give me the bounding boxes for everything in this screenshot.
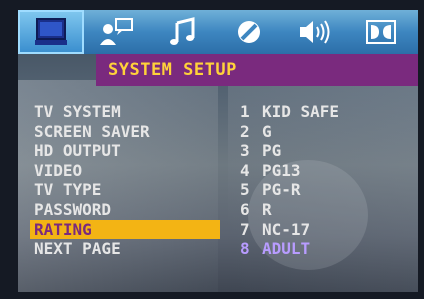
page-title: SYSTEM SETUP [96, 54, 418, 86]
rating-option[interactable]: 5 PG-R [236, 180, 406, 200]
tab-system[interactable] [18, 10, 84, 54]
rating-option[interactable]: 4 PG13 [236, 161, 406, 181]
menu-item-hd-output[interactable]: HD OUTPUT [30, 141, 220, 161]
option-number: 5 [240, 180, 250, 200]
option-number: 7 [240, 219, 250, 239]
tab-speaker[interactable] [282, 10, 348, 54]
tab-language[interactable] [84, 10, 150, 54]
disc-icon [238, 21, 260, 43]
rating-option[interactable]: 2G [236, 122, 406, 142]
option-number: 4 [240, 160, 250, 180]
menu-item-next-page[interactable]: NEXT PAGE [30, 239, 220, 259]
menu-item-tv-system[interactable]: TV SYSTEM [30, 102, 220, 122]
option-number: 8 [240, 239, 250, 259]
menu-item-password[interactable]: PASSWORD [30, 200, 220, 220]
option-number: 2 [240, 121, 250, 141]
option-label: PG-R [262, 180, 301, 200]
tab-dolby[interactable] [348, 10, 414, 54]
settings-menu: TV SYSTEM SCREEN SAVER HD OUTPUT VIDEO T… [30, 102, 220, 259]
option-label: R [262, 199, 272, 219]
user-chat-icon [100, 18, 133, 45]
option-label: ADULT [262, 239, 311, 259]
monitor-icon [35, 18, 67, 45]
option-label: KID SAFE [262, 102, 340, 121]
rating-option[interactable]: 7 NC-17 [236, 220, 406, 240]
option-label: PG [262, 141, 282, 161]
rating-option[interactable]: 6R [236, 200, 406, 220]
dolby-icon [366, 20, 396, 44]
speaker-icon [300, 20, 330, 44]
option-number: 1 [240, 102, 250, 121]
rating-option[interactable]: 1 KID SAFE [236, 102, 406, 122]
menu-item-screen-saver[interactable]: SCREEN SAVER [30, 122, 220, 142]
music-note-icon [170, 17, 195, 45]
tab-audio[interactable] [150, 10, 216, 54]
option-number: 6 [240, 199, 250, 219]
option-label: G [262, 121, 272, 141]
setup-tab-bar [18, 10, 418, 54]
menu-item-rating[interactable]: RATING [30, 219, 220, 240]
menu-item-tv-type[interactable]: TV TYPE [30, 180, 220, 200]
rating-options: 1 KID SAFE 2G 3 PG 4 PG13 5 PG-R 6R 7 NC-17 8… [236, 102, 406, 259]
option-label: PG13 [262, 160, 301, 180]
menu-item-video[interactable]: VIDEO [30, 161, 220, 181]
rating-option[interactable]: 3 PG [236, 141, 406, 161]
rating-option-current[interactable]: 8 ADULT [236, 239, 406, 259]
option-label: NC-17 [262, 219, 311, 239]
option-number: 3 [240, 141, 250, 161]
tab-video[interactable] [216, 10, 282, 54]
